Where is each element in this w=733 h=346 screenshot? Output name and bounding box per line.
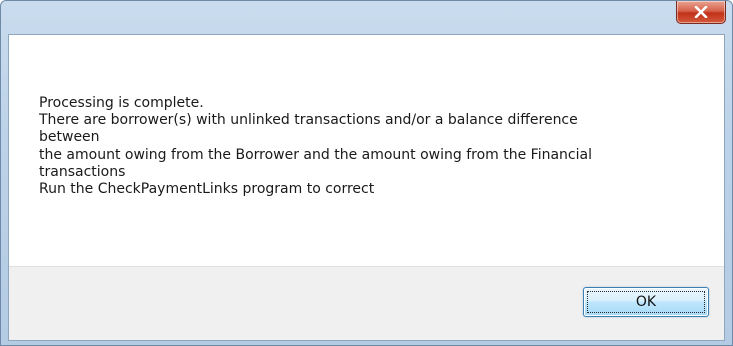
message-line: There are borrower(s) with unlinked tran… [39, 112, 578, 129]
message-line: transactions [39, 163, 126, 180]
ok-button-label: OK [635, 294, 657, 310]
message-line: Run the CheckPaymentLinks program to cor… [39, 181, 375, 198]
close-button[interactable] [676, 1, 726, 24]
title-bar[interactable] [1, 1, 732, 34]
message-line: between [39, 129, 100, 146]
message-line: Processing is complete. [39, 95, 204, 111]
message-line: the amount owing from the Borrower and t… [39, 146, 592, 163]
ok-button[interactable]: OK [583, 287, 709, 317]
close-icon [694, 6, 708, 18]
message-area: Processing is complete. There are borrow… [9, 35, 724, 267]
message-text: Processing is complete. There are borrow… [39, 95, 709, 198]
dialog-client-area: Processing is complete. There are borrow… [8, 34, 725, 341]
button-bar: OK [9, 266, 724, 340]
message-dialog: Processing is complete. There are borrow… [0, 0, 733, 346]
